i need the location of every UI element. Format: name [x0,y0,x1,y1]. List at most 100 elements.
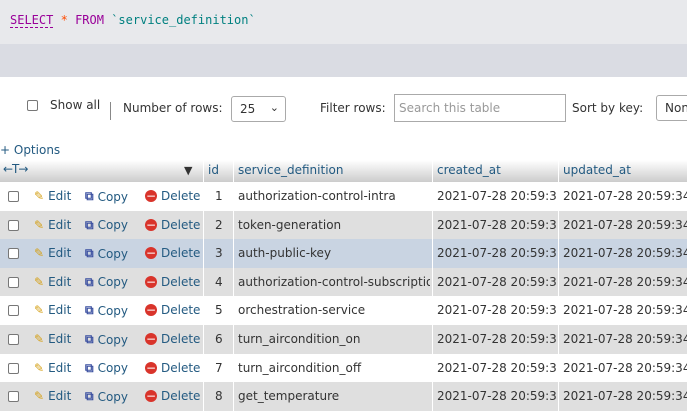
row-checkbox[interactable] [8,305,19,317]
cell-created-at[interactable]: 2021-07-28 20:59:34 [437,246,557,260]
column-divider [203,182,204,211]
delete-label: Delete [161,360,201,375]
cell-updated-at[interactable]: 2021-07-28 20:59:34 [563,218,687,232]
table-row[interactable]: ✎ Edit ⧉ Copy − Delete 8 get_temperature 2021-07… [0,382,687,412]
column-header-created-at[interactable]: created_at [432,160,558,182]
cell-service-definition[interactable]: authorization-control-intra [238,189,430,203]
copy-link[interactable]: ⧉ Copy [85,275,128,290]
cell-created-at[interactable]: 2021-07-28 20:59:34 [437,189,557,203]
copy-link[interactable]: ⧉ Copy [85,218,128,233]
edit-link[interactable]: ✎ Edit [34,275,71,289]
cell-created-at[interactable]: 2021-07-28 20:59:34 [437,361,557,375]
search-input[interactable] [394,94,566,122]
column-divider [233,267,234,297]
column-header-id[interactable]: id [203,160,233,182]
cell-service-definition[interactable]: authorization-control-subscription [238,275,430,289]
cell-created-at[interactable]: 2021-07-28 20:59:34 [437,275,557,289]
edit-link[interactable]: ✎ Edit [34,189,71,203]
row-checkbox[interactable] [8,276,19,288]
copy-link[interactable]: ⧉ Copy [85,361,128,376]
cell-created-at[interactable]: 2021-07-28 20:59:34 [437,332,557,346]
delete-link[interactable]: − Delete [145,389,200,403]
column-header-service-definition[interactable]: service_definition [233,160,432,182]
row-checkbox[interactable] [8,334,19,345]
table-row[interactable]: ✎ Edit ⧉ Copy − Delete 4 authorization-control-… [0,267,687,297]
edit-link[interactable]: ✎ Edit [34,218,71,232]
table-row[interactable]: ✎ Edit ⧉ Copy − Delete 6 turn_aircondition_on 20… [0,325,687,354]
edit-link[interactable]: ✎ Edit [34,361,71,375]
column-divider [558,239,559,269]
copy-link[interactable]: ⧉ Copy [85,246,128,261]
number-of-rows-select[interactable]: 25 ⌄ [231,96,286,122]
row-checkbox[interactable] [8,248,19,260]
edit-link[interactable]: ✎ Edit [34,246,71,260]
column-header-label: created_at [437,163,501,177]
delete-link[interactable]: − Delete [145,303,200,317]
edit-link[interactable]: ✎ Edit [34,303,71,317]
delete-link[interactable]: − Delete [145,246,200,260]
table-row[interactable]: ✎ Edit ⧉ Copy − Delete 7 turn_aircondition_off 2… [0,353,687,383]
row-checkbox[interactable] [8,191,19,202]
row-checkbox[interactable] [8,219,19,231]
delete-link[interactable]: − Delete [145,189,200,203]
copy-label: Copy [97,389,129,404]
cell-service-definition[interactable]: turn_aircondition_on [238,332,430,346]
cell-service-definition[interactable]: turn_aircondition_off [238,361,430,375]
copy-label: Copy [97,246,129,261]
sql-select-keyword[interactable]: SELECT [10,13,54,28]
table-row[interactable]: ✎ Edit ⧉ Copy − Delete 5 orchestration-service 2… [0,296,687,326]
cell-updated-at[interactable]: 2021-07-28 20:59:34 [563,189,687,203]
sort-by-key-label: Sort by key: [572,101,644,115]
edit-link[interactable]: ✎ Edit [34,389,71,403]
delete-link[interactable]: − Delete [145,332,200,346]
column-divider [432,239,433,269]
cell-id: 4 [215,274,223,289]
copy-icon: ⧉ [85,389,94,404]
show-all-checkbox[interactable] [27,100,38,111]
delete-label: Delete [161,332,201,346]
cell-service-definition[interactable]: get_temperature [238,389,430,403]
cell-updated-at[interactable]: 2021-07-28 20:59:34 [563,275,687,289]
column-divider [432,353,433,383]
delete-link[interactable]: − Delete [145,361,200,375]
cell-created-at[interactable]: 2021-07-28 20:59:34 [437,303,557,317]
copy-link[interactable]: ⧉ Copy [85,189,128,204]
sort-caret-icon[interactable]: ▼ [184,164,192,177]
options-link[interactable]: + Options [0,143,60,157]
sql-from-keyword: FROM [75,13,104,27]
cell-updated-at[interactable]: 2021-07-28 20:59:34 [563,246,687,260]
number-of-rows-label: Number of rows: [123,101,223,115]
row-checkbox[interactable] [8,362,19,374]
edit-label: Edit [48,274,72,289]
cell-created-at[interactable]: 2021-07-28 20:59:34 [437,218,557,232]
cell-updated-at[interactable]: 2021-07-28 20:59:34 [563,303,687,317]
cell-updated-at[interactable]: 2021-07-28 20:59:34 [563,361,687,375]
column-header-updated-at[interactable]: updated_at [558,160,687,182]
delete-icon: − [145,360,157,375]
cell-service-definition[interactable]: orchestration-service [238,303,430,317]
edit-label: Edit [48,189,72,203]
cell-updated-at[interactable]: 2021-07-28 20:59:34 [563,332,687,346]
table-row[interactable]: ✎ Edit ⧉ Copy − Delete 1 authorization-control-… [0,182,687,211]
copy-link[interactable]: ⧉ Copy [85,303,128,318]
filter-rows-label: Filter rows: [320,101,386,115]
table-row[interactable]: ✎ Edit ⧉ Copy − Delete 2 token-generation 2021-0… [0,210,687,240]
delete-link[interactable]: − Delete [145,275,200,289]
copy-icon: ⧉ [85,274,94,289]
edit-link[interactable]: ✎ Edit [34,332,71,346]
table-row[interactable]: ✎ Edit ⧉ Copy − Delete 3 auth-public-key 2021-07… [0,239,687,269]
copy-link[interactable]: ⧉ Copy [85,389,128,404]
sort-by-key-select[interactable]: Non [656,95,687,121]
cell-service-definition[interactable]: token-generation [238,218,430,232]
row-checkbox[interactable] [8,391,19,403]
column-arrows-icon[interactable]: ←T→ [3,162,28,176]
pencil-icon: ✎ [34,217,45,232]
cell-id: 6 [215,332,223,346]
cell-id: 5 [215,303,223,318]
cell-service-definition[interactable]: auth-public-key [238,246,430,260]
cell-updated-at[interactable]: 2021-07-28 20:59:34 [563,389,687,403]
copy-label: Copy [97,332,129,347]
copy-link[interactable]: ⧉ Copy [85,332,128,347]
cell-created-at[interactable]: 2021-07-28 20:59:34 [437,389,557,403]
delete-link[interactable]: − Delete [145,218,200,232]
